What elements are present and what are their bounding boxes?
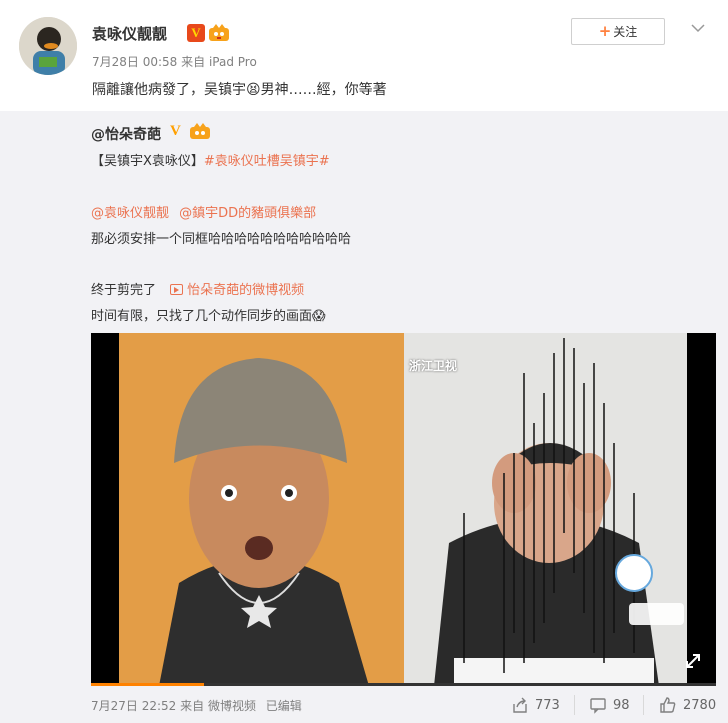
repost-line-text: 终于剪完了 xyxy=(91,283,157,298)
divider xyxy=(574,695,575,715)
repost-source: 来自 微博视频 xyxy=(180,699,256,713)
thumbs-up-icon xyxy=(660,697,676,713)
comment-count: 98 xyxy=(613,697,630,713)
plus-icon: + xyxy=(598,22,612,40)
repost-verified-icon: V xyxy=(170,123,181,139)
repost-title-text: 【吴镇宇X袁咏仪】 xyxy=(91,154,204,169)
vip-crown-icon xyxy=(190,123,210,139)
avatar[interactable] xyxy=(19,17,77,75)
vip-crown-icon xyxy=(209,24,229,41)
username[interactable]: 袁咏仪靓靓 xyxy=(92,23,167,44)
divider xyxy=(643,695,644,715)
edited-label[interactable]: 已编辑 xyxy=(266,699,302,713)
video-icon xyxy=(170,284,184,295)
repost-meta: 7月27日 22:52 来自 微博视频 已编辑 xyxy=(91,697,302,714)
video-link-label: 怡朵奇葩的微博视频 xyxy=(187,283,305,298)
repost-video-line: 终于剪完了 怡朵奇葩的微博视频 xyxy=(91,279,304,298)
channel-watermark: 浙江卫视 xyxy=(409,359,458,373)
repost-timestamp[interactable]: 7月27日 22:52 xyxy=(91,699,176,713)
post-text: 隔離讓他病發了，吴镇宇😫男神……經，你等著 xyxy=(92,82,387,98)
verified-badge-icon: V xyxy=(187,24,205,42)
video-frame-left xyxy=(119,333,404,686)
repost-line: 那必须安排一个同框哈哈哈哈哈哈哈哈哈哈哈 xyxy=(91,232,352,247)
share-icon xyxy=(513,697,527,713)
post-timestamp[interactable]: 7月28日 00:58 xyxy=(92,55,177,69)
hashtag-link[interactable]: #袁咏仪吐槽吴镇宇# xyxy=(204,154,330,169)
comment-button[interactable]: 98 xyxy=(589,696,630,714)
share-button[interactable]: 773 xyxy=(511,696,560,714)
chevron-down-icon[interactable] xyxy=(690,20,706,36)
repost-line: 时间有限，只找了几个动作同步的画面😱 xyxy=(91,309,326,324)
follow-button[interactable]: + 关注 xyxy=(571,18,665,45)
follow-label: 关注 xyxy=(613,25,638,39)
video-progress-fill xyxy=(91,683,204,686)
mention-link[interactable]: @鎮宇DD的豬頭俱樂部 xyxy=(179,206,316,221)
repost-author[interactable]: @怡朵奇葩 xyxy=(91,124,161,144)
comment-icon xyxy=(590,698,606,714)
video-frame-right: 浙江卫视 xyxy=(404,333,687,686)
share-count: 773 xyxy=(535,697,560,713)
like-count: 2780 xyxy=(683,697,717,713)
post-source: 来自 iPad Pro xyxy=(181,55,257,69)
repost-line-title: 【吴镇宇X袁咏仪】#袁咏仪吐槽吴镇宇# xyxy=(91,150,330,169)
video-link[interactable]: 怡朵奇葩的微博视频 xyxy=(170,283,304,298)
post-meta: 7月28日 00:58 来自 iPad Pro xyxy=(92,53,257,70)
video-player[interactable]: 浙江卫视 xyxy=(91,333,716,686)
repost-mentions: @袁咏仪靓靓 @鎮宇DD的豬頭俱樂部 xyxy=(91,202,316,221)
video-progress-bar[interactable] xyxy=(91,683,716,686)
fullscreen-icon[interactable] xyxy=(683,651,703,671)
mention-link[interactable]: @袁咏仪靓靓 xyxy=(91,206,169,221)
like-button[interactable]: 2780 xyxy=(659,696,716,714)
